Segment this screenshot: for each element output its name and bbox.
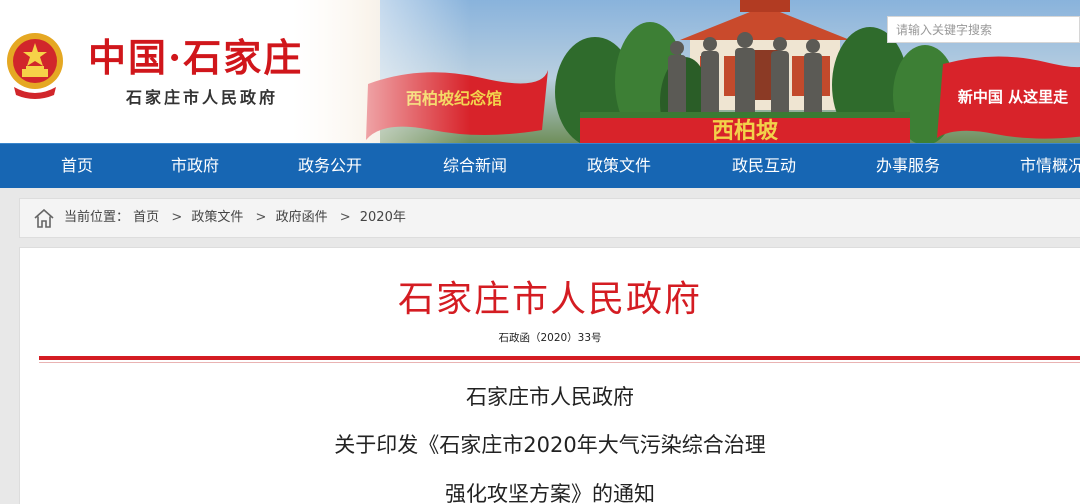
statue-group-image <box>668 32 822 120</box>
nav-item-policy[interactable]: 政策文件 <box>587 144 651 189</box>
document-title-line-2: 关于印发《石家庄市2020年大气污染综合治理 <box>334 433 766 457</box>
document-title-line-1: 石家庄市人民政府 <box>466 385 634 409</box>
breadcrumb-item-home[interactable]: 首页 <box>133 199 159 237</box>
nav-item-home[interactable]: 首页 <box>61 144 93 189</box>
header-banner: 西柏坡 西柏坡纪念馆 新中国 从这里走 中国·石家庄 石家庄市人民政府 <box>0 0 1080 143</box>
nav-item-services[interactable]: 办事服务 <box>876 144 940 189</box>
breadcrumb-item-year[interactable]: 2020年 <box>360 199 406 237</box>
banner-sign-text: 西柏坡 <box>712 118 778 143</box>
document-title-line-3: 强化攻坚方案》的通知 <box>445 482 655 504</box>
breadcrumb-item-letters[interactable]: 政府函件 <box>276 199 328 237</box>
breadcrumb-separator: > <box>255 210 267 225</box>
nav-item-city-gov[interactable]: 市政府 <box>171 144 219 189</box>
flower-bed-image: 西柏坡 <box>580 112 910 143</box>
nav-item-interaction[interactable]: 政民互动 <box>732 144 796 189</box>
breadcrumb-item-policy[interactable]: 政策文件 <box>191 199 243 237</box>
site-subtitle: 石家庄市人民政府 <box>126 88 279 107</box>
svg-text:新中国 从这里走: 新中国 从这里走 <box>958 88 1068 106</box>
document-number: 石政函（2020）33号 <box>498 332 602 344</box>
search-box[interactable] <box>887 16 1080 43</box>
breadcrumb: 当前位置： 首页 > 政策文件 > 政府函件 > 2020年 <box>19 198 1080 238</box>
breadcrumb-separator: > <box>339 210 351 225</box>
search-input[interactable] <box>888 17 1079 42</box>
document-issuer-heading: 石家庄市人民政府 <box>397 279 702 320</box>
home-icon[interactable] <box>34 209 54 228</box>
national-emblem-icon <box>7 33 63 99</box>
banner-flag-right: 新中国 从这里走 <box>937 56 1080 139</box>
breadcrumb-label: 当前位置： <box>64 210 130 225</box>
site-title[interactable]: 中国·石家庄 <box>88 34 303 82</box>
breadcrumb-separator: > <box>171 210 183 225</box>
main-nav: 首页 市政府 政务公开 综合新闻 政策文件 政民互动 办事服务 市情概况 <box>0 143 1080 188</box>
document-panel: 石家庄市人民政府 石政函（2020）33号 石家庄市人民政府 关于印发《石家庄市… <box>19 247 1080 504</box>
red-separator-line <box>39 356 1080 363</box>
nav-item-news[interactable]: 综合新闻 <box>443 144 507 189</box>
nav-item-gov-affairs[interactable]: 政务公开 <box>298 144 362 189</box>
nav-item-city-info[interactable]: 市情概况 <box>1020 144 1080 189</box>
